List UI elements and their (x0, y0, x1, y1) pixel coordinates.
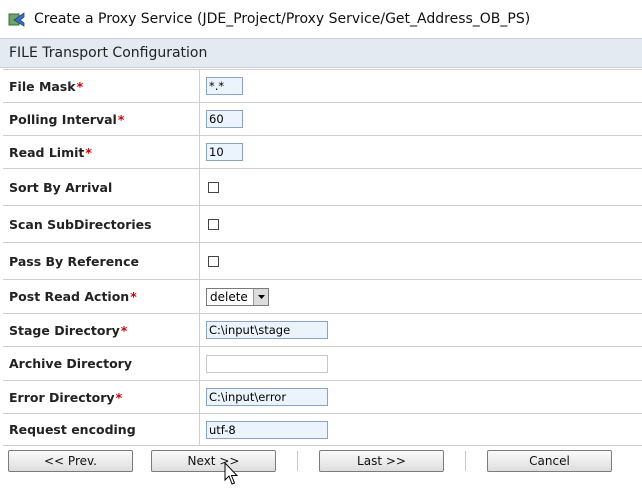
row-request-encoding: Request encoding (3, 414, 642, 446)
button-bar: << Prev. Next >> Last >> Cancel (0, 446, 642, 476)
row-error-directory: Error Directory * (3, 381, 642, 414)
proxy-service-icon (8, 12, 25, 27)
page-title: Create a Proxy Service (JDE_Project/Prox… (34, 11, 531, 27)
required-marker: * (117, 111, 125, 127)
error-directory-label: Error Directory * (3, 381, 200, 413)
post-read-action-value: delete (210, 289, 248, 304)
polling-interval-label: Polling Interval * (3, 103, 200, 135)
row-read-limit: Read Limit * (3, 136, 642, 169)
title-bar: Create a Proxy Service (JDE_Project/Prox… (0, 0, 642, 38)
button-divider (297, 451, 298, 471)
row-archive-directory: Archive Directory (3, 347, 642, 381)
required-marker: * (120, 322, 128, 338)
request-encoding-label: Request encoding (3, 414, 200, 445)
section-header: FILE Transport Configuration (0, 38, 642, 68)
file-mask-label: File Mask * (3, 70, 200, 102)
mouse-pointer-icon (224, 462, 238, 485)
pass-by-reference-label: Pass By Reference (3, 243, 200, 279)
read-limit-input[interactable] (206, 143, 243, 161)
sort-by-arrival-label: Sort By Arrival (3, 169, 200, 205)
pass-by-reference-checkbox[interactable] (208, 255, 219, 267)
file-mask-input[interactable] (206, 77, 243, 95)
scan-subdirectories-checkbox[interactable] (208, 218, 219, 230)
row-scan-subdirectories: Scan SubDirectories (3, 206, 642, 243)
post-read-action-label: Post Read Action * (3, 280, 200, 313)
stage-directory-label: Stage Directory * (3, 314, 200, 346)
post-read-action-select[interactable]: delete (206, 287, 269, 306)
archive-directory-input[interactable] (206, 354, 328, 373)
error-directory-input[interactable] (206, 388, 328, 406)
row-polling-interval: Polling Interval * (3, 103, 642, 136)
last-button[interactable]: Last >> (319, 450, 444, 472)
required-marker: * (85, 144, 92, 160)
cancel-button[interactable]: Cancel (487, 450, 612, 472)
row-stage-directory: Stage Directory * (3, 314, 642, 347)
stage-directory-input[interactable] (206, 321, 328, 339)
next-button[interactable]: Next >> (151, 450, 276, 472)
required-marker: * (130, 289, 137, 304)
archive-directory-label: Archive Directory (3, 347, 200, 380)
chevron-down-icon[interactable] (253, 288, 268, 305)
row-post-read-action: Post Read Action * delete (3, 280, 642, 314)
required-marker: * (115, 389, 123, 405)
transport-config-form: File Mask* Polling Interval* Read Limit*… (3, 69, 642, 446)
row-sort-by-arrival: Sort By Arrival (3, 169, 642, 206)
prev-button[interactable]: << Prev. (8, 450, 133, 472)
sort-by-arrival-checkbox[interactable] (208, 181, 219, 193)
row-pass-by-reference: Pass By Reference (3, 243, 642, 280)
polling-interval-input[interactable] (206, 110, 243, 128)
scan-subdirectories-label: Scan SubDirectories (3, 206, 200, 242)
row-file-mask: File Mask * (3, 70, 642, 103)
request-encoding-input[interactable] (206, 420, 328, 439)
read-limit-label: Read Limit * (3, 136, 200, 168)
required-marker: * (76, 78, 84, 94)
button-divider (465, 451, 466, 471)
